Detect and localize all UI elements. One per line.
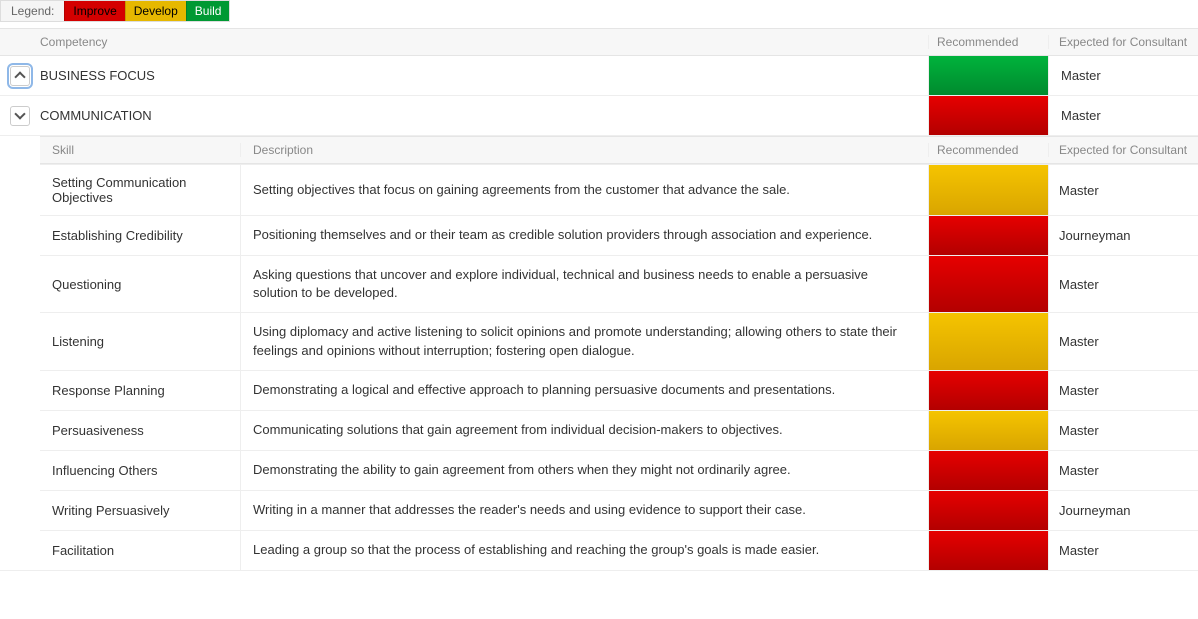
competency-recommended-cell: [928, 96, 1048, 135]
skill-recommended-cell: [928, 531, 1048, 570]
skill-name: Influencing Others: [40, 451, 240, 490]
skill-recommended-cell: [928, 313, 1048, 369]
skill-name: Facilitation: [40, 531, 240, 570]
skill-row: Listening Using diplomacy and active lis…: [40, 312, 1198, 369]
skill-expected: Master: [1048, 256, 1198, 312]
toggle-button[interactable]: [10, 66, 30, 86]
legend-chip-develop: Develop: [125, 1, 186, 21]
skill-expected: Master: [1048, 313, 1198, 369]
skill-row: Writing Persuasively Writing in a manner…: [40, 490, 1198, 530]
skill-description: Asking questions that uncover and explor…: [240, 256, 928, 312]
chevron-down-icon: [14, 108, 25, 119]
skills-header-row: Skill Description Recommended Expected f…: [40, 136, 1198, 164]
header-recommended: Recommended: [928, 143, 1048, 157]
competency-row: BUSINESS FOCUS Master: [0, 56, 1198, 96]
skill-recommended-cell: [928, 371, 1048, 410]
skill-expected: Journeyman: [1048, 216, 1198, 255]
legend-bar: Legend: Improve Develop Build: [0, 0, 230, 22]
legend-chip-build: Build: [186, 1, 230, 21]
competency-expected: Master: [1048, 56, 1198, 95]
skill-name: Setting Communication Objectives: [40, 165, 240, 215]
skill-recommended-cell: [928, 411, 1048, 450]
skill-row: Questioning Asking questions that uncove…: [40, 255, 1198, 312]
skill-description: Communicating solutions that gain agreem…: [240, 411, 928, 450]
header-skill: Skill: [40, 143, 240, 157]
skill-row: Facilitation Leading a group so that the…: [40, 530, 1198, 570]
skill-row: Establishing Credibility Positioning the…: [40, 215, 1198, 255]
status-indicator: [929, 411, 1048, 450]
skill-name: Questioning: [40, 256, 240, 312]
skill-recommended-cell: [928, 451, 1048, 490]
skill-recommended-cell: [928, 165, 1048, 215]
skill-expected: Master: [1048, 371, 1198, 410]
legend-chip-improve: Improve: [64, 1, 124, 21]
skill-row: Influencing Others Demonstrating the abi…: [40, 450, 1198, 490]
skill-description: Using diplomacy and active listening to …: [240, 313, 928, 369]
skill-description: Setting objectives that focus on gaining…: [240, 165, 928, 215]
skill-name: Writing Persuasively: [40, 491, 240, 530]
status-indicator: [929, 531, 1048, 570]
skill-recommended-cell: [928, 491, 1048, 530]
skill-description: Demonstrating the ability to gain agreem…: [240, 451, 928, 490]
status-indicator: [929, 451, 1048, 490]
skill-recommended-cell: [928, 216, 1048, 255]
skill-description: Demonstrating a logical and effective ap…: [240, 371, 928, 410]
competency-title: COMMUNICATION: [40, 96, 928, 135]
skill-row: Response Planning Demonstrating a logica…: [40, 370, 1198, 410]
toggle-button[interactable]: [10, 106, 30, 126]
competency-row: COMMUNICATION Master: [0, 96, 1198, 136]
header-expected: Expected for Consultant: [1048, 35, 1198, 49]
skill-description: Writing in a manner that addresses the r…: [240, 491, 928, 530]
status-indicator: [929, 165, 1048, 215]
chevron-up-icon: [14, 71, 25, 82]
skill-row: Persuasiveness Communicating solutions t…: [40, 410, 1198, 450]
skill-recommended-cell: [928, 256, 1048, 312]
skill-expected: Master: [1048, 411, 1198, 450]
status-indicator: [929, 96, 1048, 135]
skill-description: Leading a group so that the process of e…: [240, 531, 928, 570]
skill-name: Response Planning: [40, 371, 240, 410]
competency-recommended-cell: [928, 56, 1048, 95]
status-indicator: [929, 256, 1048, 312]
status-indicator: [929, 56, 1048, 95]
skill-description: Positioning themselves and or their team…: [240, 216, 928, 255]
header-expected: Expected for Consultant: [1048, 143, 1198, 157]
status-indicator: [929, 216, 1048, 255]
header-recommended: Recommended: [928, 35, 1048, 49]
competency-header-row: Competency Recommended Expected for Cons…: [0, 28, 1198, 56]
skills-block: Skill Description Recommended Expected f…: [0, 136, 1198, 571]
skill-expected: Master: [1048, 165, 1198, 215]
competency-title: BUSINESS FOCUS: [40, 56, 928, 95]
header-competency: Competency: [40, 35, 928, 49]
skill-name: Establishing Credibility: [40, 216, 240, 255]
skill-expected: Master: [1048, 531, 1198, 570]
status-indicator: [929, 491, 1048, 530]
skill-name: Persuasiveness: [40, 411, 240, 450]
header-description: Description: [240, 143, 928, 157]
skill-row: Setting Communication Objectives Setting…: [40, 164, 1198, 215]
skill-expected: Journeyman: [1048, 491, 1198, 530]
status-indicator: [929, 313, 1048, 369]
skill-name: Listening: [40, 313, 240, 369]
skill-expected: Master: [1048, 451, 1198, 490]
competency-expected: Master: [1048, 96, 1198, 135]
status-indicator: [929, 371, 1048, 410]
legend-label: Legend:: [1, 4, 64, 18]
